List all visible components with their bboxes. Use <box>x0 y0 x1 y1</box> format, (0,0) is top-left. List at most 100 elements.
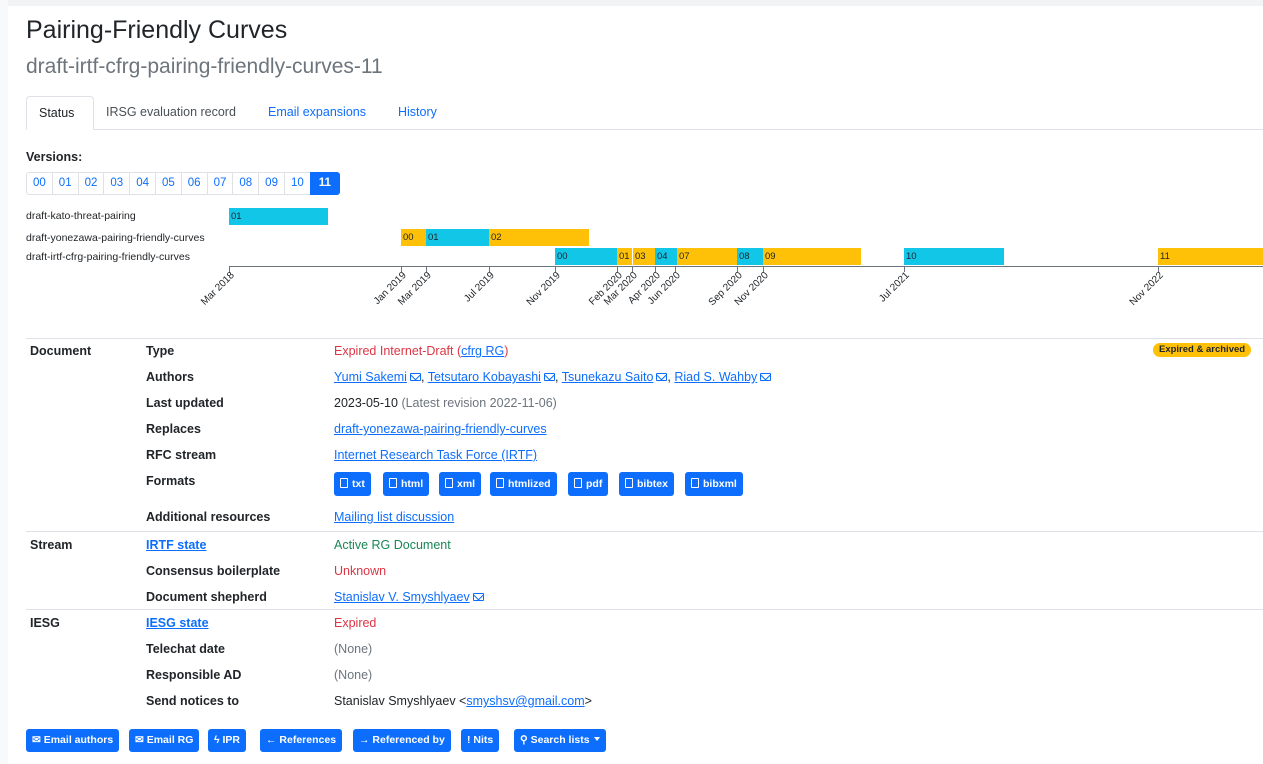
version-07[interactable]: 07 <box>206 172 234 195</box>
timeline-segment[interactable]: 09 <box>763 248 861 265</box>
axis-label: Nov 2022 <box>1127 270 1166 309</box>
version-02[interactable]: 02 <box>77 172 105 195</box>
axis-label: Mar 2018 <box>199 270 237 308</box>
version-06[interactable]: 06 <box>180 172 208 195</box>
top-band <box>0 0 1263 6</box>
email-icon[interactable] <box>760 373 772 381</box>
format-bibxml-button[interactable]: bibxml <box>685 472 743 496</box>
timeline-segment[interactable]: 01 <box>426 229 489 246</box>
axis-label: Jul 2021 <box>877 270 912 305</box>
timeline-segment[interactable]: 00 <box>401 229 426 246</box>
versions-label: Versions: <box>26 150 83 164</box>
last-updated-label: Last updated <box>146 396 224 410</box>
timeline-axis <box>229 266 1263 267</box>
references-button[interactable]: ← References <box>260 729 343 752</box>
group-link[interactable]: cfrg RG <box>461 344 504 358</box>
timeline-segment[interactable]: 01 <box>617 248 632 265</box>
search-lists-button[interactable]: ⚲ Search lists <box>514 729 606 752</box>
notices-label: Send notices to <box>146 694 240 708</box>
consensus-value: Unknown <box>334 564 387 578</box>
section-document: Document <box>30 344 92 358</box>
timeline-segment[interactable]: 04 <box>655 248 675 265</box>
version-01[interactable]: 01 <box>51 172 79 195</box>
author-link[interactable]: Riad S. Wahby <box>674 370 757 384</box>
iesg-state-link[interactable]: IESG state <box>146 616 209 630</box>
timeline-segment[interactable]: 07 <box>675 248 737 265</box>
tab-email-expansions[interactable]: Email expansions <box>256 96 378 130</box>
shepherd-link[interactable]: Stanislav V. Smyshlyaev <box>334 590 470 604</box>
telechat-value: (None) <box>334 642 373 656</box>
axis-label: Nov 2019 <box>524 270 563 309</box>
timeline-segment[interactable]: 11 <box>1158 248 1263 265</box>
timeline-segment[interactable]: 02 <box>489 229 589 246</box>
version-08[interactable]: 08 <box>232 172 260 195</box>
format-pdf-button[interactable]: pdf <box>568 472 609 496</box>
file-code-icon <box>496 478 504 488</box>
format-html-button[interactable]: html <box>383 472 430 496</box>
divider <box>26 609 1263 610</box>
versions-list: 00 01 02 03 04 05 06 07 08 09 10 11 <box>26 172 340 195</box>
page-title: Pairing-Friendly Curves <box>26 16 288 44</box>
type-value: Expired Internet-Draft (cfrg RG) <box>334 344 509 358</box>
replaces-link[interactable]: draft-yonezawa-pairing-friendly-curves <box>334 422 547 436</box>
version-04[interactable]: 04 <box>129 172 156 195</box>
irtf-state-link[interactable]: IRTF state <box>146 538 206 552</box>
rfc-stream-link[interactable]: Internet Research Task Force (IRTF) <box>334 448 537 462</box>
notices-email-link[interactable]: smyshsv@gmail.com <box>466 694 584 708</box>
irtf-state-value: Active RG Document <box>334 538 451 552</box>
email-authors-button[interactable]: ✉ Email authors <box>26 729 120 752</box>
timeline-segment[interactable]: 08 <box>737 248 763 265</box>
arrow-left-icon: ← <box>266 734 280 746</box>
format-htmlized-button[interactable]: htmlized <box>490 472 557 496</box>
responsible-ad-value: (None) <box>334 668 373 682</box>
email-rg-button[interactable]: ✉ Email RG <box>129 729 200 752</box>
type-status: Expired Internet-Draft <box>334 344 454 358</box>
referenced-by-button[interactable]: → Referenced by <box>353 729 451 752</box>
section-stream: Stream <box>30 538 73 552</box>
email-icon[interactable] <box>543 373 555 381</box>
tab-history[interactable]: History <box>386 96 449 130</box>
latest-revision: (Latest revision 2022-11-06) <box>401 396 557 410</box>
format-txt-button[interactable]: txt <box>334 472 371 496</box>
file-pdf-icon <box>574 478 582 488</box>
iesg-state-value: Expired <box>334 616 377 630</box>
tab-bar: Status IRSG evaluation record Email expa… <box>26 96 1263 130</box>
timeline-segment[interactable]: 03 <box>632 248 655 265</box>
version-03[interactable]: 03 <box>103 172 131 195</box>
version-05[interactable]: 05 <box>154 172 182 195</box>
ipr-button[interactable]: ϟ IPR <box>208 729 246 752</box>
status-badge: Expired & archived <box>1153 343 1252 357</box>
responsible-ad-label: Responsible AD <box>146 668 242 682</box>
tab-irsg-evaluation-record[interactable]: IRSG evaluation record <box>94 96 248 130</box>
timeline-segment[interactable]: 10 <box>904 248 1004 265</box>
author-link[interactable]: Yumi Sakemi <box>334 370 407 384</box>
left-band <box>0 0 8 764</box>
file-code-icon <box>691 478 699 488</box>
telechat-label: Telechat date <box>146 642 225 656</box>
author-link[interactable]: Tetsutaro Kobayashi <box>428 370 541 384</box>
file-code-icon <box>445 478 453 488</box>
email-icon[interactable] <box>656 373 668 381</box>
page-subtitle: draft-irtf-cfrg-pairing-friendly-curves-… <box>26 55 383 78</box>
email-icon[interactable] <box>409 373 421 381</box>
format-xml-button[interactable]: xml <box>439 472 482 496</box>
mailing-list-link[interactable]: Mailing list discussion <box>334 510 454 524</box>
shepherd-value: Stanislav V. Smyshlyaev <box>334 590 484 604</box>
section-iesg: IESG <box>30 616 60 630</box>
nits-button[interactable]: ! Nits <box>461 729 500 752</box>
tab-status[interactable]: Status <box>26 96 94 130</box>
axis-label: Jul 2019 <box>462 270 497 305</box>
timeline-segment[interactable]: 00 <box>555 248 617 265</box>
timeline-segment[interactable]: 01 <box>229 208 328 225</box>
version-11[interactable]: 11 <box>309 172 340 195</box>
author-link[interactable]: Tsunekazu Saito <box>562 370 654 384</box>
file-text-icon <box>625 478 633 488</box>
format-bibtex-button[interactable]: bibtex <box>619 472 674 496</box>
replaces-label: Replaces <box>146 422 201 436</box>
notices-value: Stanislav Smyshlyaev <smyshsv@gmail.com> <box>334 694 592 708</box>
version-09[interactable]: 09 <box>258 172 285 195</box>
version-10[interactable]: 10 <box>283 172 311 195</box>
email-icon[interactable] <box>472 593 484 601</box>
version-00[interactable]: 00 <box>26 172 53 195</box>
file-code-icon <box>389 478 397 488</box>
